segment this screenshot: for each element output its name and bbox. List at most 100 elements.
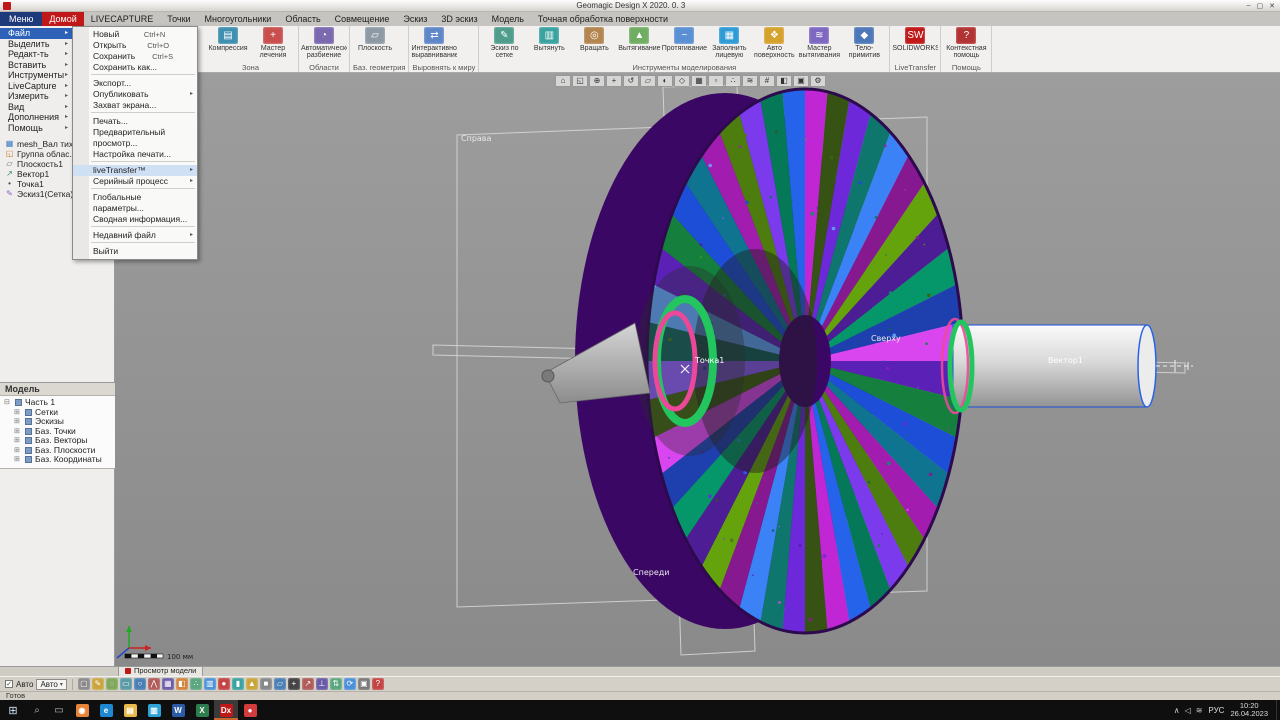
- minimize-button[interactable]: –: [1247, 2, 1251, 10]
- ribbon-button[interactable]: ▥ Вытянуть: [527, 27, 571, 60]
- ribbon-tab[interactable]: Совмещение: [328, 12, 397, 26]
- viewport-tool-button[interactable]: ⌂: [555, 75, 571, 87]
- viewport-tool-button[interactable]: ◐: [657, 75, 673, 87]
- file-menu-item[interactable]: Захват экрана... ▸: [73, 100, 197, 111]
- bottom-tool-button[interactable]: ▮: [231, 678, 244, 690]
- viewport-tool-button[interactable]: ▣: [793, 75, 809, 87]
- bottom-tool-button[interactable]: ▱: [273, 678, 286, 690]
- sidebar-menu-item[interactable]: Инструменты ▸: [0, 70, 72, 81]
- viewport-tool-button[interactable]: ∴: [725, 75, 741, 87]
- task-view-icon[interactable]: ▭: [48, 705, 70, 716]
- ribbon-button[interactable]: ▤ Компрессия: [206, 27, 250, 60]
- viewport-tool-button[interactable]: ⊕: [589, 75, 605, 87]
- file-menu-item[interactable]: Опубликовать ▸: [73, 89, 197, 100]
- language-indicator[interactable]: РУС: [1208, 706, 1224, 715]
- taskbar-app-button[interactable]: W: [166, 700, 190, 720]
- viewport-tool-button[interactable]: ◱: [572, 75, 588, 87]
- expander-icon[interactable]: ⊞: [14, 408, 22, 418]
- ribbon-button[interactable]: ▱ Плоскость: [353, 27, 397, 60]
- ribbon-tab[interactable]: 3D эскиз: [434, 12, 484, 26]
- close-button[interactable]: ✕: [1269, 2, 1275, 10]
- taskbar-app-button[interactable]: ◉: [70, 700, 94, 720]
- expander-icon[interactable]: ⊞: [14, 427, 22, 437]
- ribbon-button[interactable]: ~ Протягивание: [662, 27, 707, 60]
- bottom-tool-button[interactable]: ■: [259, 678, 272, 690]
- ribbon-button[interactable]: ◎ Вращать: [572, 27, 616, 60]
- file-menu-item[interactable]: Выйти ▸: [73, 246, 197, 257]
- menu-button[interactable]: Меню: [0, 12, 43, 26]
- file-menu-item[interactable]: Недавний файл ▸: [73, 230, 197, 241]
- bottom-tool-button[interactable]: ◧: [175, 678, 188, 690]
- bottom-tool-button[interactable]: ✎: [91, 678, 104, 690]
- file-menu-item[interactable]: liveTransfer™ ▸: [73, 165, 197, 176]
- model-tree-item[interactable]: ⊞ Баз. Координаты: [0, 454, 115, 465]
- viewport-tool-button[interactable]: ≋: [742, 75, 758, 87]
- ribbon-button[interactable]: ◆ Тело-примитив: [842, 27, 886, 60]
- ribbon-button[interactable]: ? Контекстная помощь: [944, 27, 988, 60]
- expander-icon[interactable]: ⊞: [14, 417, 22, 427]
- viewport-3d[interactable]: ⌂ ◱ ⊕ + ↺ ▱ ◐ ◇ ▦ ▫ ∴ ≋ # ◧ ▣ ⚙ Справа С…: [115, 73, 1280, 666]
- bottom-tool-button[interactable]: ⋀: [147, 678, 160, 690]
- ribbon-tab[interactable]: Многоугольники: [198, 12, 279, 26]
- sidebar-menu-item[interactable]: Измерить ▸: [0, 91, 72, 102]
- ribbon-button[interactable]: ⇄ Интерактивное выравнивание: [411, 27, 457, 60]
- viewport-tool-button[interactable]: ▦: [691, 75, 707, 87]
- file-menu-item[interactable]: Открыть Ctrl+O ▸: [73, 40, 197, 51]
- sidebar-menu-item[interactable]: Файл ▸: [0, 28, 72, 39]
- ribbon-button[interactable]: ✎ Эскиз по сетке: [482, 27, 526, 60]
- file-menu-item[interactable]: Глобальные параметры... ▸: [73, 192, 197, 214]
- viewport-tool-button[interactable]: ▱: [640, 75, 656, 87]
- search-icon[interactable]: ⌕: [26, 705, 48, 716]
- bottom-tool-button[interactable]: ▦: [161, 678, 174, 690]
- ribbon-tab[interactable]: LIVECAPTURE: [84, 12, 161, 26]
- file-menu-item[interactable]: Печать... ▸: [73, 116, 197, 127]
- sidebar-menu-item[interactable]: Вставить ▸: [0, 60, 72, 71]
- file-menu-item[interactable]: ▸: [91, 161, 195, 164]
- file-menu-item[interactable]: Настройка печати... ▸: [73, 149, 197, 160]
- bottom-tool-button[interactable]: ?: [371, 678, 384, 690]
- ribbon-tab[interactable]: Точная обработка поверхности: [531, 12, 675, 26]
- bottom-tool-button[interactable]: ▥: [203, 678, 216, 690]
- bottom-tool-button[interactable]: ⊥: [315, 678, 328, 690]
- taskbar-clock[interactable]: 10:20 26.04.2023: [1230, 701, 1268, 719]
- ribbon-button[interactable]: ≋ Мастер вытягивания по сечениям: [797, 27, 841, 60]
- viewport-tool-button[interactable]: #: [759, 75, 775, 87]
- taskbar-app-button[interactable]: ▤: [118, 700, 142, 720]
- viewport-tool-button[interactable]: +: [606, 75, 622, 87]
- expander-icon[interactable]: ⊞: [14, 436, 22, 446]
- ribbon-tab[interactable]: Эскиз: [396, 12, 434, 26]
- ribbon-tab[interactable]: Область: [278, 12, 327, 26]
- bottom-tool-button[interactable]: ●: [217, 678, 230, 690]
- bottom-tool-button[interactable]: ◌: [105, 678, 118, 690]
- bottom-tool-button[interactable]: ▭: [119, 678, 132, 690]
- tray-icon[interactable]: ◁: [1185, 706, 1191, 715]
- start-button[interactable]: ⊞: [0, 704, 26, 717]
- viewport-tool-button[interactable]: ◧: [776, 75, 792, 87]
- taskbar-app-button[interactable]: Dx: [214, 700, 238, 720]
- file-menu-item[interactable]: Сохранить Ctrl+S ▸: [73, 51, 197, 62]
- sidebar-menu-item[interactable]: Редакт-ть ▸: [0, 49, 72, 60]
- bottom-tool-button[interactable]: ∴: [189, 678, 202, 690]
- model-view-tab[interactable]: Просмотр модели: [118, 666, 204, 676]
- bottom-tool-button[interactable]: ○: [133, 678, 146, 690]
- bottom-tool-button[interactable]: ▲: [245, 678, 258, 690]
- file-menu-item[interactable]: ▸: [91, 242, 195, 245]
- sidebar-menu-item[interactable]: Дополнения ▸: [0, 112, 72, 123]
- ribbon-tab[interactable]: Точки: [160, 12, 197, 26]
- sidebar-menu-item[interactable]: Помощь ▸: [0, 123, 72, 134]
- expander-icon[interactable]: ⊟: [4, 398, 12, 408]
- file-menu-item[interactable]: Серийный процесс ▸: [73, 176, 197, 187]
- ribbon-button[interactable]: ◔ Автоматическое разбиение: [301, 27, 347, 60]
- viewport-tool-button[interactable]: ↺: [623, 75, 639, 87]
- tray-icon[interactable]: ≋: [1196, 706, 1203, 715]
- file-menu-item[interactable]: Сохранить как... ▸: [73, 62, 197, 73]
- taskbar-app-button[interactable]: X: [190, 700, 214, 720]
- sidebar-menu-item[interactable]: LiveCapture ▸: [0, 81, 72, 92]
- expander-icon[interactable]: ⊞: [14, 446, 22, 456]
- ribbon-button[interactable]: SW SOLIDWORKS: [892, 27, 938, 60]
- ribbon-button[interactable]: ❖ Авто поверхность: [752, 27, 796, 60]
- bottom-tool-button[interactable]: ⟳: [343, 678, 356, 690]
- ribbon-button[interactable]: ▲ Вытягивание: [617, 27, 661, 60]
- file-menu-item[interactable]: Экспорт... ▸: [73, 78, 197, 89]
- taskbar-app-button[interactable]: ●: [238, 700, 262, 720]
